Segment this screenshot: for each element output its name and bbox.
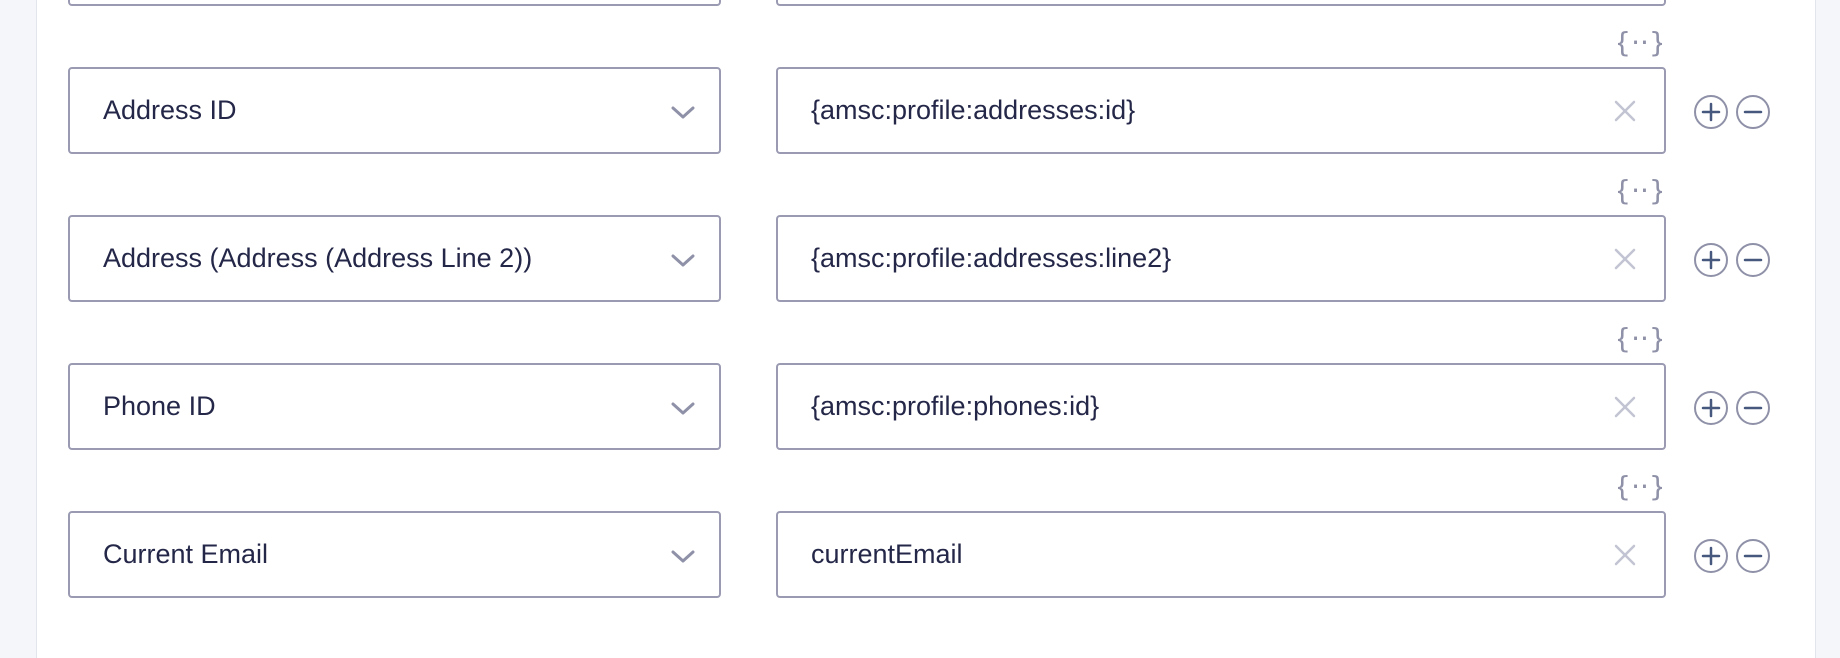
- value-input-text: {amsc:profile:phones:id}: [811, 391, 1100, 421]
- add-row-button[interactable]: [1693, 242, 1729, 278]
- remove-row-button[interactable]: [1735, 94, 1771, 130]
- value-input-text: {amsc:profile:addresses:id}: [811, 95, 1136, 125]
- svg-text:{··}: {··}: [1618, 322, 1662, 355]
- add-row-button[interactable]: [1693, 94, 1729, 130]
- close-icon[interactable]: [1612, 98, 1638, 124]
- merge-tag-icon[interactable]: {··}: [1618, 173, 1662, 207]
- value-input-text: {amsc:profile:addresses:line2}: [811, 243, 1172, 273]
- remove-row-button[interactable]: [1735, 538, 1771, 574]
- field-select-address-id[interactable]: Address ID: [68, 67, 721, 154]
- add-row-button[interactable]: [1693, 390, 1729, 426]
- close-icon[interactable]: [1612, 246, 1638, 272]
- previous-field-select[interactable]: [68, 0, 721, 6]
- field-select-label: Phone ID: [103, 391, 216, 421]
- value-input-address-id[interactable]: {amsc:profile:addresses:id}: [776, 67, 1666, 154]
- chevron-down-icon: [671, 550, 695, 562]
- add-row-button[interactable]: [1693, 538, 1729, 574]
- svg-text:{··}: {··}: [1618, 174, 1662, 207]
- field-select-label: Current Email: [103, 539, 269, 569]
- chevron-down-icon: [671, 106, 695, 118]
- svg-text:{··}: {··}: [1618, 26, 1662, 59]
- merge-tag-icon[interactable]: {··}: [1618, 321, 1662, 355]
- field-select-current-email[interactable]: Current Email: [68, 511, 721, 598]
- merge-tag-icon[interactable]: {··}: [1618, 25, 1662, 59]
- chevron-down-icon: [671, 254, 695, 266]
- value-input-address-line2[interactable]: {amsc:profile:addresses:line2}: [776, 215, 1666, 302]
- field-select-address-line2[interactable]: Address (Address (Address Line 2)): [68, 215, 721, 302]
- remove-row-button[interactable]: [1735, 390, 1771, 426]
- value-input-current-email[interactable]: currentEmail: [776, 511, 1666, 598]
- remove-row-button[interactable]: [1735, 242, 1771, 278]
- value-input-text: currentEmail: [811, 539, 963, 569]
- chevron-down-icon: [671, 402, 695, 414]
- field-select-label: Address (Address (Address Line 2)): [103, 243, 533, 273]
- close-icon[interactable]: [1612, 394, 1638, 420]
- merge-tag-icon[interactable]: {··}: [1618, 469, 1662, 503]
- previous-value-input[interactable]: [776, 0, 1666, 6]
- svg-text:{··}: {··}: [1618, 470, 1662, 503]
- field-select-label: Address ID: [103, 95, 237, 125]
- field-select-phone-id[interactable]: Phone ID: [68, 363, 721, 450]
- close-icon[interactable]: [1612, 542, 1638, 568]
- value-input-phone-id[interactable]: {amsc:profile:phones:id}: [776, 363, 1666, 450]
